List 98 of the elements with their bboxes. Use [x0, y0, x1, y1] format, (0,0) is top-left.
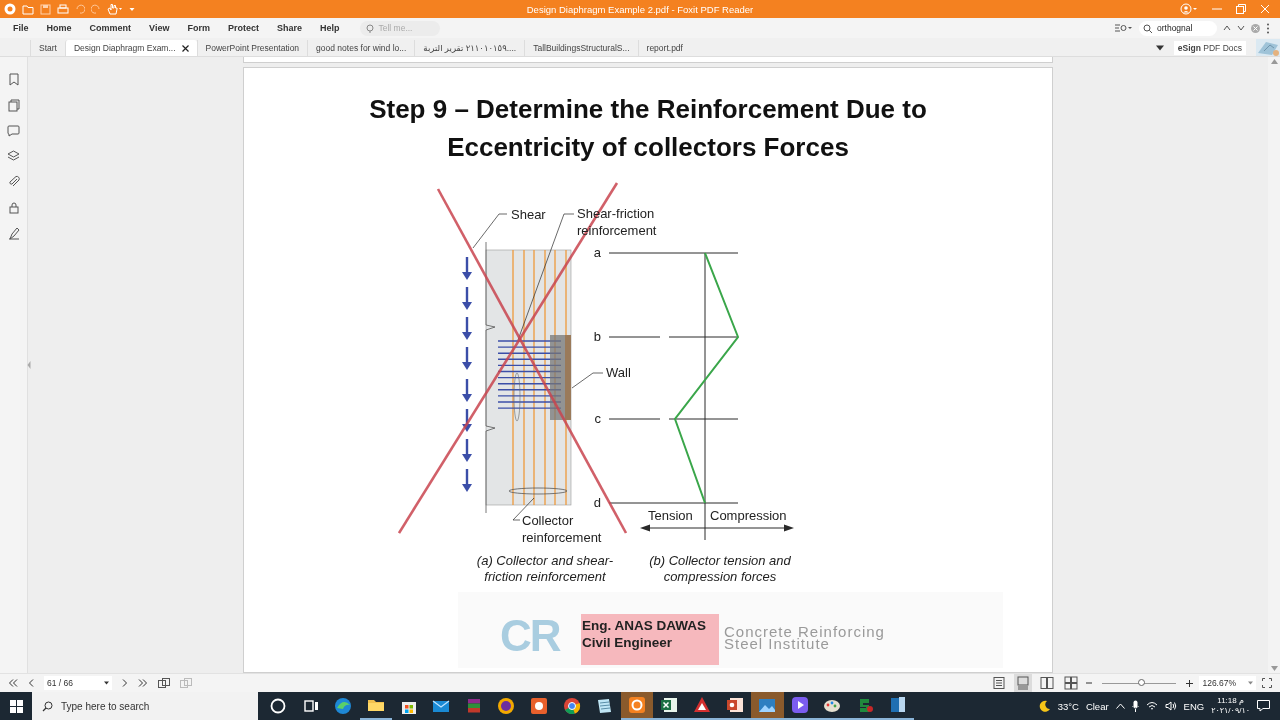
view-mode-button[interactable]: [1038, 674, 1057, 692]
page-number-field[interactable]: 61 / 66: [44, 676, 112, 690]
menu-item[interactable]: File: [4, 19, 38, 37]
dropdown-caret-icon[interactable]: [1155, 44, 1164, 51]
diagram-label: a: [593, 245, 601, 260]
next-page-icon[interactable]: [122, 679, 128, 687]
volume-icon[interactable]: [1164, 701, 1177, 711]
menu-item[interactable]: Form: [178, 19, 219, 37]
load-arrow: [462, 287, 472, 310]
lock-icon[interactable]: [7, 201, 20, 214]
customize-caret-icon[interactable]: [129, 6, 135, 12]
logo-text: Concrete Reinforcing: [724, 626, 885, 638]
find-options-icon[interactable]: [1115, 23, 1133, 33]
zoom-slider-thumb[interactable]: [1138, 678, 1146, 686]
document-tab[interactable]: TallBuildingsStructuralS...: [524, 40, 638, 56]
tell-me-field[interactable]: Tell me...: [360, 20, 441, 36]
layers-icon[interactable]: [7, 150, 20, 162]
leader-line: [571, 372, 604, 389]
document-tab[interactable]: good notes for wind lo...: [307, 40, 415, 56]
weather-text[interactable]: 33°C: [1057, 700, 1079, 712]
open-folder-icon[interactable]: [22, 3, 34, 15]
signature-icon[interactable]: [7, 227, 20, 240]
caret-icon: [104, 681, 109, 685]
taskbar-search-field[interactable]: Type here to search: [32, 692, 258, 720]
load-arrow: [462, 469, 472, 492]
comment-icon[interactable]: [7, 125, 20, 137]
close-icon[interactable]: [181, 44, 189, 52]
previous-result-icon[interactable]: [1223, 24, 1231, 32]
view-mode-button[interactable]: [1062, 674, 1081, 692]
moon-icon[interactable]: [1038, 700, 1051, 712]
attachment-icon[interactable]: [7, 175, 20, 188]
document-tab[interactable]: Start: [30, 40, 65, 56]
weather-text[interactable]: Clear: [1085, 700, 1109, 712]
first-page-icon[interactable]: [8, 679, 18, 687]
hand-tool-icon[interactable]: [107, 3, 123, 15]
bookmark-icon[interactable]: [7, 73, 20, 86]
microphone-icon[interactable]: [1131, 700, 1139, 712]
zoom-in-icon[interactable]: [1186, 679, 1194, 687]
document-tab[interactable]: report.pdf: [637, 40, 691, 56]
more-icon[interactable]: [1266, 22, 1270, 34]
menu-item[interactable]: View: [140, 19, 179, 37]
load-arrow: [462, 439, 472, 462]
diagram-label: Tension: [648, 508, 693, 523]
restore-icon[interactable]: [1236, 4, 1246, 14]
logo-text: Steel Institute: [724, 638, 830, 650]
search-icon: [1143, 23, 1153, 34]
full-screen-icon[interactable]: [1262, 678, 1272, 688]
menu-item[interactable]: Home: [37, 19, 81, 37]
diagram-label: b: [593, 329, 601, 344]
lightbulb-icon: [366, 23, 375, 34]
zoom-out-icon[interactable]: [1086, 680, 1093, 686]
load-arrow: [462, 257, 472, 280]
caret-icon: [1248, 681, 1253, 685]
load-arrow: [462, 347, 472, 370]
menu-item[interactable]: Share: [267, 19, 311, 37]
next-result-icon[interactable]: [1237, 24, 1245, 32]
zoom-field[interactable]: 126.67%: [1199, 676, 1256, 690]
document-tab[interactable]: Design Diaphragm Exam...: [64, 40, 197, 56]
diagram-label: c: [594, 411, 601, 426]
load-arrow: [462, 379, 472, 402]
clock[interactable]: 11:18 م ٢٠٢١/٠٩/١٠: [1211, 696, 1250, 716]
app-logo-icon[interactable]: [4, 3, 16, 15]
pages-icon[interactable]: [7, 99, 20, 112]
diagram-label: Collector reinforcement: [522, 513, 602, 545]
search-icon: [42, 700, 53, 712]
notification-icon[interactable]: [1257, 700, 1270, 712]
document-tab[interactable]: ٢١١٠١٠١٥٩ تقرير التربة....: [414, 40, 525, 56]
scroll-up-icon[interactable]: [1270, 59, 1278, 64]
wifi-icon[interactable]: [1145, 701, 1158, 711]
language-indicator[interactable]: ENG: [1183, 700, 1205, 712]
diagram-label: Wall: [606, 365, 631, 380]
logo-mark: CR: [500, 614, 560, 658]
windows-logo-icon: [9, 699, 23, 713]
window-title: Design Diaphragm Example 2.pdf - Foxit PDF Reader: [526, 3, 754, 15]
last-page-icon[interactable]: [138, 679, 148, 687]
figure-caption: (a) Collector and shear- friction reinforcement: [476, 553, 614, 584]
load-arrow: [462, 409, 472, 432]
leader-line: [472, 213, 508, 249]
load-arrow: [462, 317, 472, 340]
insert-page-icon[interactable]: [158, 678, 170, 688]
esign-link[interactable]: eSign PDF Docs: [1173, 40, 1246, 55]
diagram-label: d: [593, 495, 601, 510]
find-field[interactable]: orthognal: [1139, 20, 1217, 36]
chevron-up-icon[interactable]: [1115, 703, 1125, 709]
scroll-down-icon[interactable]: [1270, 666, 1278, 671]
menu-item[interactable]: Comment: [80, 19, 141, 37]
diagram-label: Compression: [710, 508, 787, 523]
slide-title: Step 9 – Determine the Reinforcement Due to Eccentricity of collectors Forces: [368, 93, 928, 164]
figure-caption: (b) Collector tension and compression forces: [649, 553, 791, 584]
diagram-label: Shear: [511, 207, 546, 222]
taskbar-app-icon[interactable]: [750, 692, 784, 720]
taskbar-app-icon[interactable]: [620, 692, 654, 720]
menu-item[interactable]: Help: [310, 19, 349, 37]
previous-page-icon[interactable]: [28, 679, 34, 687]
account-icon[interactable]: [1180, 3, 1198, 15]
credit-label: Eng. ANAS DAWAS Civil Engineer: [581, 614, 719, 665]
document-tab[interactable]: PowerPoint Presentation: [196, 40, 308, 56]
menu-item[interactable]: Protect: [218, 19, 268, 37]
